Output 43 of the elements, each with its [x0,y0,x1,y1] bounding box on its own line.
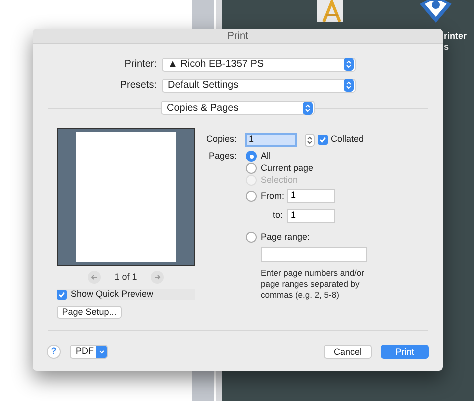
cancel-button[interactable]: Cancel [324,345,372,359]
copies-field[interactable]: 1 [245,133,297,147]
radio-button[interactable] [246,163,257,174]
checkbox[interactable] [57,290,67,300]
checkbox-label: Collated [331,133,364,146]
printer-icon[interactable] [417,0,455,24]
checkbox-label: Show Quick Preview [71,288,154,301]
icon-label: s [444,42,450,53]
window-title: Print [228,30,248,44]
radio-label: From: [261,190,284,202]
pdf-menu-button[interactable]: PDF [70,345,108,359]
left-arrow-icon [90,275,98,280]
stepper-icon [305,134,315,146]
printer-popup[interactable]: ▲ Ricoh EB-1357 PS [162,58,356,72]
checkbox[interactable] [318,135,328,145]
field-label: Printer: [124,58,157,72]
field-label: Presets: [119,79,157,93]
section-popup[interactable]: Copies & Pages [161,101,315,115]
radio-button[interactable] [246,190,257,202]
popup-arrows-icon [303,102,313,114]
icon-label: rinter [444,31,468,42]
radio-label: All [261,151,272,162]
radio-label: Selection [261,175,298,186]
next-page-button[interactable] [151,271,164,284]
field-label: to: [272,209,283,222]
radio-label: Current page [261,163,314,174]
to-field[interactable]: 1 [287,209,335,223]
page-range-field[interactable] [261,247,367,262]
radio-label: Page range: [261,232,310,243]
from-field[interactable]: 1 [287,189,335,203]
field-label: Copies: [205,133,237,146]
radio-button[interactable] [246,232,257,243]
previous-page-button[interactable] [88,271,101,284]
presets-popup[interactable]: Default Settings [162,78,356,92]
popup-arrows-icon [344,79,354,92]
page-counter: 1 of 1 [114,270,138,284]
right-arrow-icon [154,275,162,280]
field-label: Pages: [208,151,237,163]
radio-button[interactable] [246,151,257,162]
popup-arrows-icon [344,58,354,71]
dropdown-icon [96,346,107,358]
hint-text: Enter page numbers and/or page ranges separated by commas (e.g. 2, 5-8) [261,268,366,301]
page-setup-button[interactable]: Page Setup... [57,306,122,319]
